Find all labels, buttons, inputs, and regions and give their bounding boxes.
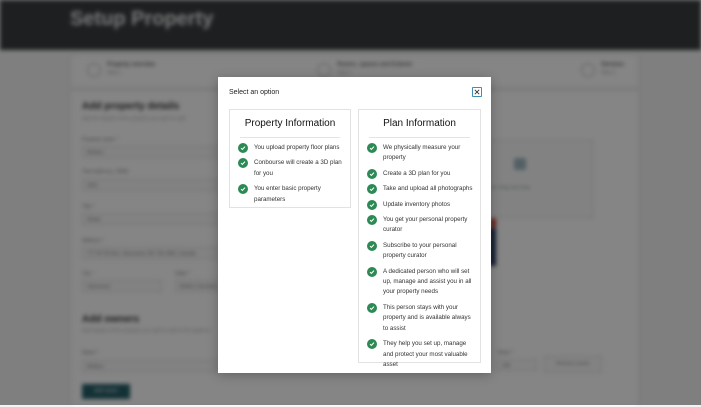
- feature-list: We physically measure your property Crea…: [367, 143, 474, 375]
- list-item: Take and upload all photographs: [367, 184, 474, 195]
- list-item: Update inventory photos: [367, 199, 474, 210]
- list-item: Subscribe to your personal property cura…: [367, 240, 474, 262]
- option-property-information[interactable]: Property Information You upload property…: [229, 109, 351, 208]
- check-circle-icon: [367, 184, 377, 195]
- check-circle-icon: [367, 240, 377, 251]
- check-circle-icon: [367, 339, 377, 350]
- list-item: A dedicated person who will set up, mana…: [367, 266, 474, 298]
- list-item: This person stays with your property and…: [367, 302, 474, 334]
- check-circle-icon: [367, 302, 377, 313]
- select-option-modal: Select an option Property Information Yo…: [218, 77, 491, 373]
- close-button[interactable]: [472, 87, 482, 97]
- check-circle-icon: [367, 143, 377, 153]
- check-circle-icon: [238, 143, 248, 153]
- check-circle-icon: [367, 215, 377, 226]
- close-icon: [474, 89, 480, 95]
- list-item: You get your personal property curator: [367, 215, 474, 236]
- check-circle-icon: [238, 184, 248, 195]
- feature-list: You upload property floor plans Conbours…: [238, 143, 344, 210]
- list-item: Create a 3D plan for you: [367, 168, 474, 179]
- list-item: You upload property floor plans: [238, 143, 344, 153]
- list-item: They help you set up, manage and protect…: [367, 339, 474, 370]
- modal-title: Select an option: [229, 89, 280, 96]
- list-item: You enter basic property parameters: [238, 184, 344, 205]
- check-circle-icon: [367, 199, 377, 210]
- option-title: Property Information: [244, 118, 336, 129]
- option-title: Plan Information: [383, 118, 456, 129]
- option-plan-information[interactable]: Plan Information We physically measure y…: [358, 109, 481, 368]
- list-item: Conbourse will create a 3D plan for you: [238, 158, 344, 179]
- check-circle-icon: [367, 168, 377, 179]
- divider: [240, 137, 340, 138]
- check-circle-icon: [238, 158, 248, 169]
- check-circle-icon: [367, 266, 377, 277]
- divider: [369, 137, 470, 138]
- list-item: We physically measure your property: [367, 143, 474, 164]
